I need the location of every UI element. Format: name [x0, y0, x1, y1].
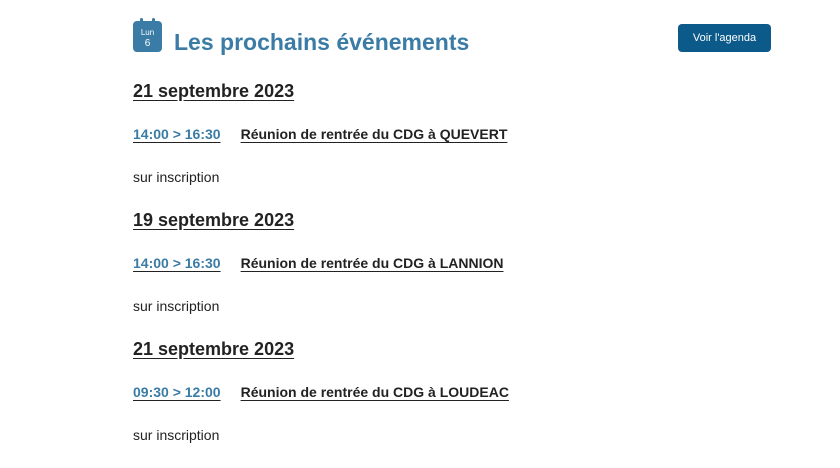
event-time: 14:00 > 16:30	[133, 126, 221, 142]
calendar-icon: Lun 6	[133, 18, 162, 52]
event-item: 21 septembre 2023 09:30 > 12:00 Réunion d…	[133, 339, 773, 468]
event-note: sur inscription	[133, 169, 220, 185]
event-time: 14:00 > 16:30	[133, 255, 221, 271]
event-link[interactable]: 09:30 > 12:00 Réunion de rentrée du CDG à…	[133, 384, 509, 400]
event-title: Réunion de rentrée du CDG à LANNION	[240, 255, 504, 271]
event-date: 21 septembre 2023	[133, 339, 295, 359]
page-title: Les prochains événements	[174, 29, 470, 55]
event-title: Réunion de rentrée du CDG à LOUDEAC	[240, 384, 509, 400]
view-agenda-button[interactable]: Voir l'agenda	[678, 24, 771, 52]
event-note: sur inscription	[133, 298, 220, 314]
event-item: 19 septembre 2023 14:00 > 16:30 Réunion d…	[133, 210, 773, 339]
event-link[interactable]: 14:00 > 16:30 Réunion de rentrée du CDG à…	[133, 255, 504, 271]
event-item: 21 septembre 2023 14:00 > 16:30 Réunion d…	[133, 81, 773, 210]
calendar-day-number: 6	[145, 38, 151, 49]
event-link[interactable]: 14:00 > 16:30 Réunion de rentrée du CDG à…	[133, 126, 507, 142]
calendar-day-name: Lun	[141, 28, 154, 37]
event-list: 21 septembre 2023 14:00 > 16:30 Réunion d…	[133, 81, 773, 468]
event-time: 09:30 > 12:00	[133, 384, 221, 400]
event-note: sur inscription	[133, 427, 220, 443]
events-header: Lun 6 Les prochains événements Voir l'ag…	[133, 18, 771, 58]
event-date: 19 septembre 2023	[133, 210, 295, 230]
event-title: Réunion de rentrée du CDG à QUEVERT	[240, 126, 508, 142]
event-date: 21 septembre 2023	[133, 81, 295, 101]
